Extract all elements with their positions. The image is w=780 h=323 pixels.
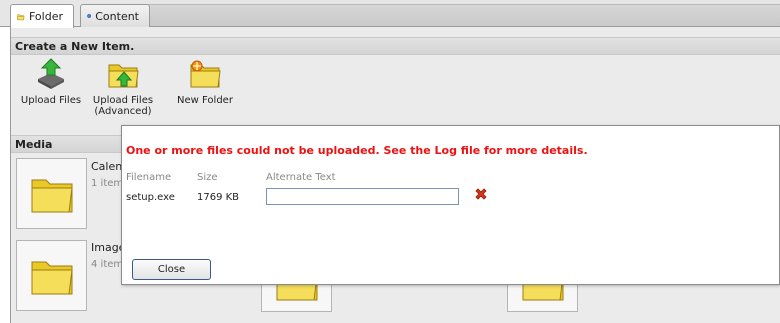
media-thumb-calendar[interactable] [16,158,87,229]
upload-error-message: One or more files could not be uploaded.… [126,144,588,157]
remove-file-icon[interactable] [473,187,489,203]
upload-files-advanced-label-2: (Advanced) [94,106,152,117]
tab-folder[interactable]: Folder [10,4,74,28]
create-heading: Create a New Item. [11,37,780,55]
media-thumb-images[interactable] [16,240,87,311]
close-button[interactable]: Close [132,259,211,280]
column-size: Size [197,172,218,183]
upload-error-dialog: One or more files could not be uploaded.… [121,125,780,285]
media-count-calendar: 1 item [91,178,124,189]
globe-icon [87,14,92,18]
tab-content-label: Content [95,9,139,23]
row-size: 1769 KB [197,192,240,203]
column-alternate-text: Alternate Text [266,172,336,183]
tab-folder-label: Folder [29,10,63,23]
upload-icon [38,58,64,89]
upload-files-button[interactable]: Upload Files [11,57,91,106]
tab-strip-background [148,4,780,26]
column-filename: Filename [126,172,172,183]
new-folder-icon [190,60,221,88]
upload-files-advanced-label-1: Upload Files [92,95,154,106]
folder-icon [31,261,73,294]
folder-icon [31,179,73,212]
folder-icon [17,13,25,20]
row-filename: setup.exe [126,192,175,203]
new-folder-button[interactable]: New Folder [165,57,245,106]
upload-files-label: Upload Files [20,95,82,106]
new-folder-label: New Folder [177,95,233,106]
tab-content[interactable]: Content [80,4,150,27]
tab-bar: Folder Content [0,0,780,28]
folder-upload-icon [108,64,139,88]
upload-files-advanced-button[interactable]: Upload Files (Advanced) [83,57,163,117]
alternate-text-input[interactable] [266,188,459,205]
